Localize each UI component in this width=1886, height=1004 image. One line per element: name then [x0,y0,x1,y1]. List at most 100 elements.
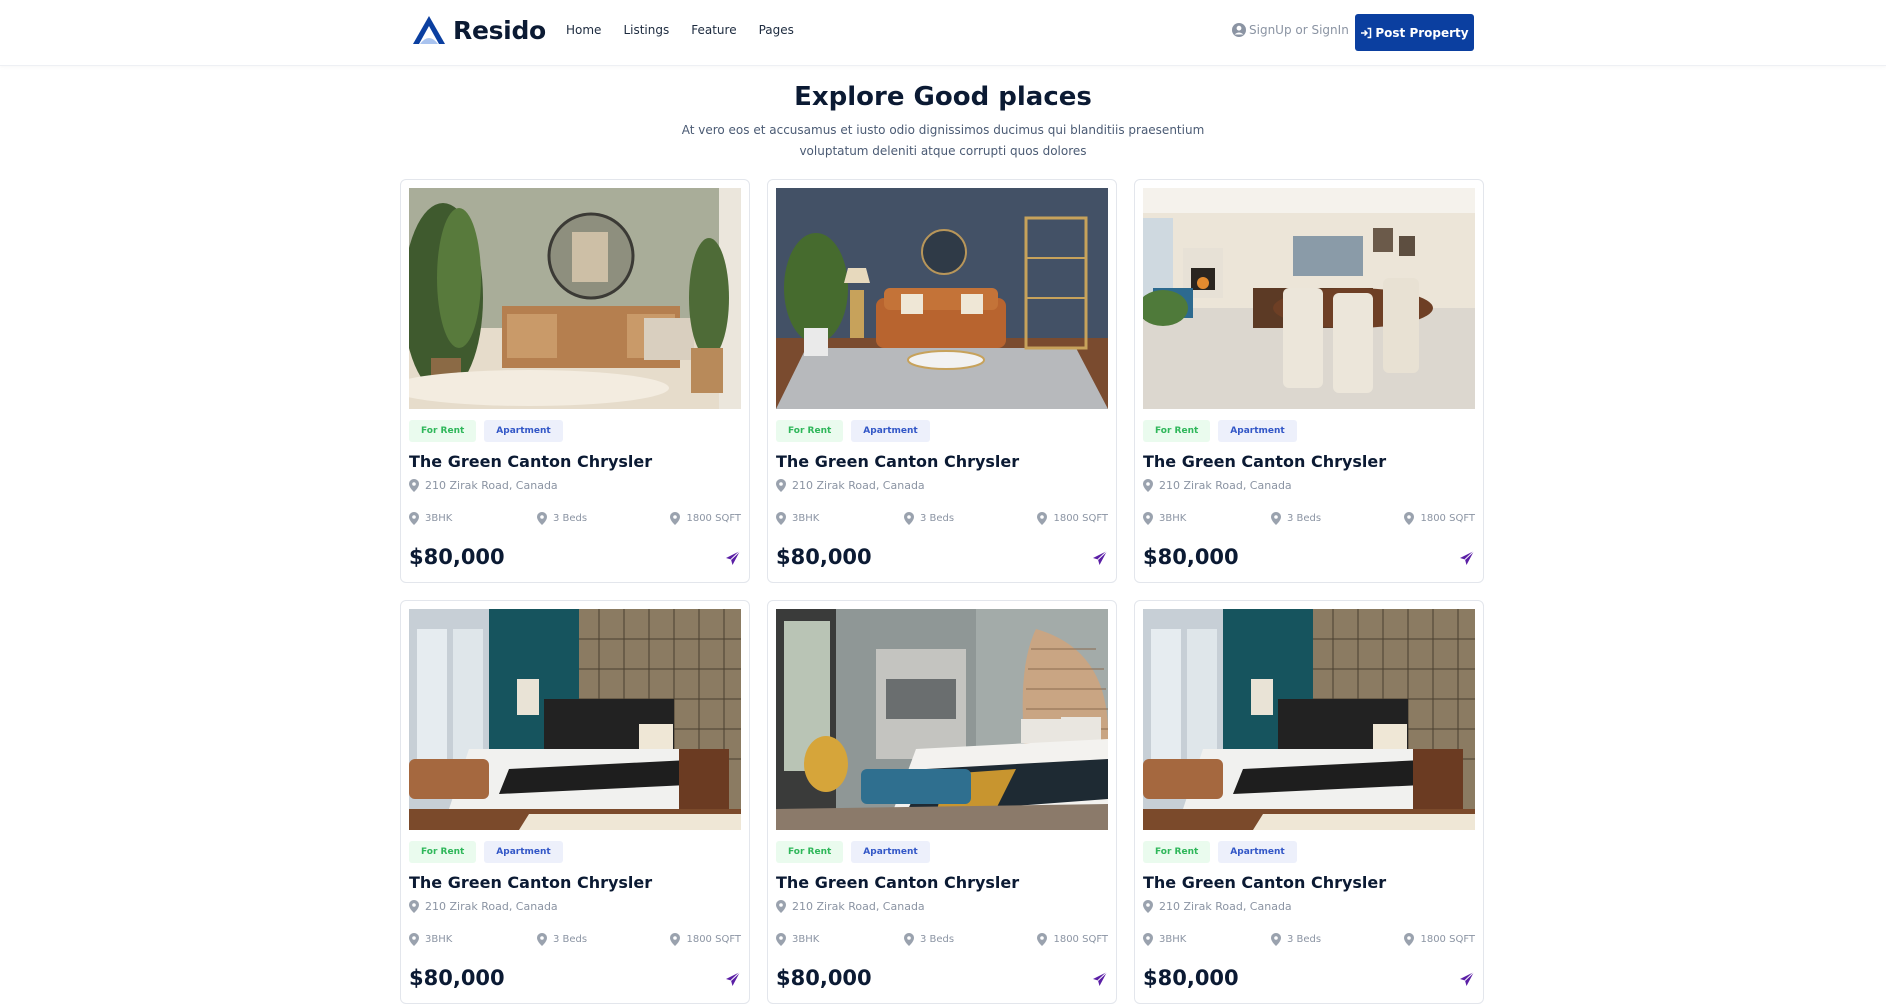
send-icon[interactable] [1459,971,1475,987]
listing-title[interactable]: The Green Canton Chrysler [409,873,652,892]
listing-tags: For Rent Apartment [1143,841,1305,863]
bhk-text: 3BHK [425,934,453,945]
send-icon[interactable] [1092,971,1108,987]
status-badge: For Rent [776,420,844,442]
listing-tags: For Rent Apartment [409,420,571,442]
listing-title[interactable]: The Green Canton Chrysler [776,452,1019,471]
nav-listings[interactable]: Listings [623,23,669,37]
map-pin-icon [776,933,786,946]
listing-card[interactable]: For Rent Apartment The Green Canton Chry… [400,600,750,1004]
listing-card[interactable]: For Rent Apartment The Green Canton Chry… [1134,179,1484,583]
map-pin-icon [409,479,419,492]
listing-card[interactable]: For Rent Apartment The Green Canton Chry… [400,179,750,583]
status-badge: For Rent [409,841,477,863]
feature-bhk: 3BHK [1143,512,1186,525]
listing-price: $80,000 [1143,966,1239,990]
listing-features: 3BHK 3 Beds 1800 SQFT [776,512,1108,528]
listing-title[interactable]: The Green Canton Chrysler [409,452,652,471]
listing-title[interactable]: The Green Canton Chrysler [1143,452,1386,471]
listing-tags: For Rent Apartment [776,841,938,863]
listing-title[interactable]: The Green Canton Chrysler [776,873,1019,892]
status-badge: For Rent [776,841,844,863]
listing-photo[interactable] [776,609,1108,830]
map-pin-icon [904,933,914,946]
listing-address: 210 Zirak Road, Canada [409,900,558,913]
listing-photo[interactable] [1143,188,1475,409]
listing-features: 3BHK 3 Beds 1800 SQFT [1143,933,1475,949]
brand-name: Resido [453,15,546,45]
bhk-text: 3BHK [1159,934,1187,945]
main-nav: Home Listings Feature Pages [566,23,816,37]
feature-area: 1800 SQFT [1037,933,1108,946]
listing-tags: For Rent Apartment [776,420,938,442]
listing-tags: For Rent Apartment [1143,420,1305,442]
bhk-text: 3BHK [425,513,453,524]
signin-link[interactable]: SignUp or SignIn [1232,23,1349,37]
listing-price: $80,000 [776,545,872,569]
listing-features: 3BHK 3 Beds 1800 SQFT [1143,512,1475,528]
status-badge: For Rent [409,420,477,442]
beds-text: 3 Beds [553,934,588,945]
send-icon[interactable] [725,971,741,987]
site-header: Resido Home Listings Feature Pages SignU… [0,0,1886,66]
logo-icon [413,16,445,44]
address-text: 210 Zirak Road, Canada [792,479,925,492]
feature-bhk: 3BHK [409,933,452,946]
type-badge: Apartment [851,841,930,863]
listing-price: $80,000 [409,545,505,569]
feature-beds: 3 Beds [537,933,587,946]
feature-beds: 3 Beds [537,512,587,525]
section-title: Explore Good places [794,82,1092,112]
send-icon[interactable] [1459,550,1475,566]
map-pin-icon [776,900,786,913]
post-property-button[interactable]: Post Property [1355,14,1474,51]
type-badge: Apartment [1218,841,1297,863]
beds-text: 3 Beds [920,934,955,945]
map-pin-icon [904,512,914,525]
address-text: 210 Zirak Road, Canada [1159,479,1292,492]
listing-features: 3BHK 3 Beds 1800 SQFT [409,512,741,528]
send-icon[interactable] [1092,550,1108,566]
beds-text: 3 Beds [1287,513,1322,524]
feature-area: 1800 SQFT [1404,512,1475,525]
type-badge: Apartment [1218,420,1297,442]
listing-photo[interactable] [1143,609,1475,830]
map-pin-icon [1037,933,1048,946]
listing-title[interactable]: The Green Canton Chrysler [1143,873,1386,892]
map-pin-icon [409,512,419,525]
area-text: 1800 SQFT [1053,934,1108,945]
bhk-text: 3BHK [792,934,820,945]
map-pin-icon [1271,512,1281,525]
listing-address: 210 Zirak Road, Canada [776,479,925,492]
map-pin-icon [670,512,681,525]
brand[interactable]: Resido [411,14,546,46]
listing-price: $80,000 [1143,545,1239,569]
listing-photo[interactable] [409,188,741,409]
listing-photo[interactable] [409,609,741,830]
map-pin-icon [1271,933,1281,946]
send-icon[interactable] [725,550,741,566]
feature-bhk: 3BHK [1143,933,1186,946]
listing-card[interactable]: For Rent Apartment The Green Canton Chry… [767,179,1117,583]
nav-pages[interactable]: Pages [759,23,794,37]
map-pin-icon [1143,479,1153,492]
feature-area: 1800 SQFT [670,512,741,525]
listing-address: 210 Zirak Road, Canada [1143,479,1292,492]
area-text: 1800 SQFT [686,513,741,524]
listing-address: 210 Zirak Road, Canada [409,479,558,492]
area-text: 1800 SQFT [1420,934,1475,945]
nav-home[interactable]: Home [566,23,601,37]
listing-card[interactable]: For Rent Apartment The Green Canton Chry… [767,600,1117,1004]
signin-label: SignUp or SignIn [1249,23,1349,37]
address-text: 210 Zirak Road, Canada [792,900,925,913]
nav-feature[interactable]: Feature [691,23,736,37]
address-text: 210 Zirak Road, Canada [425,479,558,492]
map-pin-icon [776,512,786,525]
address-text: 210 Zirak Road, Canada [1159,900,1292,913]
listing-photo[interactable] [776,188,1108,409]
map-pin-icon [776,479,786,492]
listing-card[interactable]: For Rent Apartment The Green Canton Chry… [1134,600,1484,1004]
feature-area: 1800 SQFT [1037,512,1108,525]
bhk-text: 3BHK [1159,513,1187,524]
feature-bhk: 3BHK [776,512,819,525]
